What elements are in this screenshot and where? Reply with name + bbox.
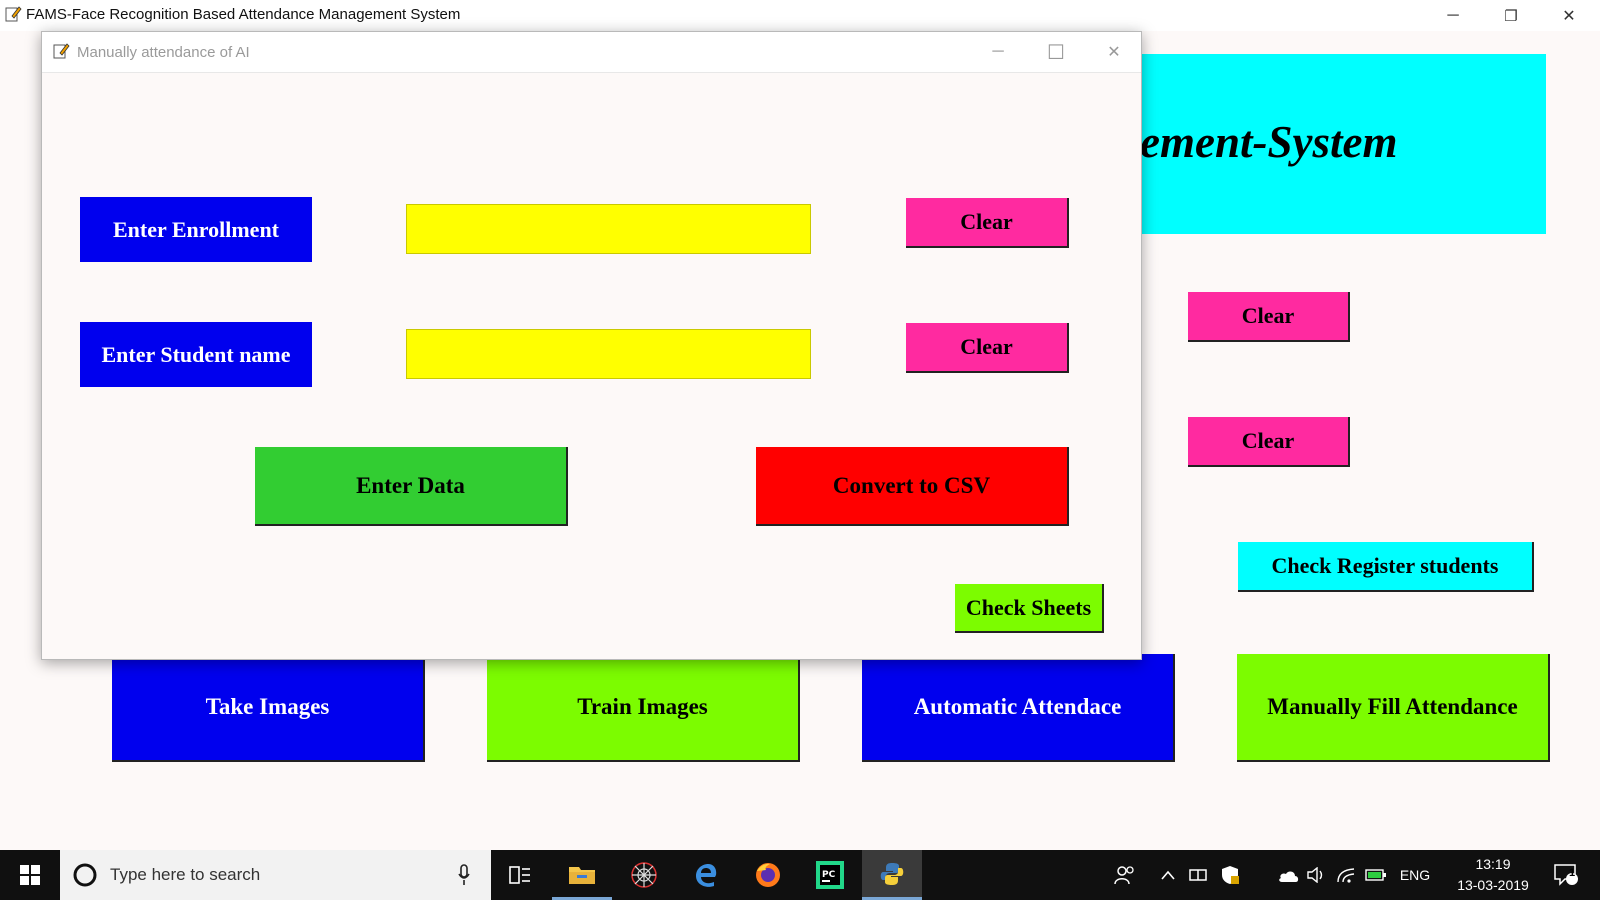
spider-app-icon[interactable] (614, 850, 674, 900)
dialog-notepad-icon (52, 42, 70, 65)
chevron-up-icon[interactable] (1155, 850, 1181, 900)
manual-attendance-dialog: Manually attendance of AI ─ ☐ ✕ Enter En… (41, 31, 1142, 660)
dialog-title-bar: Manually attendance of AI ─ ☐ ✕ (42, 32, 1141, 73)
main-window-title: FAMS-Face Recognition Based Attendance M… (26, 6, 461, 23)
wifi-icon[interactable] (1333, 850, 1359, 900)
main-title-bar: FAMS-Face Recognition Based Attendance M… (0, 0, 1600, 31)
convert-to-csv-button[interactable]: Convert to CSV (756, 447, 1069, 526)
system-header-text: ement-System (1140, 117, 1398, 167)
notification-center-icon[interactable]: 1 (1544, 850, 1588, 900)
dialog-maximize-button[interactable]: ☐ (1033, 32, 1079, 72)
check-sheets-button[interactable]: Check Sheets (955, 584, 1104, 633)
main-clear-button-1[interactable]: Clear (1188, 292, 1350, 342)
enter-data-button[interactable]: Enter Data (255, 447, 568, 526)
student-name-label: Enter Student name (80, 322, 312, 387)
dialog-close-button[interactable]: ✕ (1091, 32, 1137, 72)
microphone-icon[interactable] (457, 863, 471, 892)
taskbar: Type here to search PC ENG 13:19 13-03-2… (0, 850, 1600, 900)
main-minimize-button[interactable]: ─ (1430, 0, 1476, 31)
volume-icon[interactable] (1303, 850, 1329, 900)
language-indicator[interactable]: ENG (1392, 850, 1438, 900)
pycharm-icon[interactable]: PC (800, 850, 860, 900)
main-restore-button[interactable]: ❐ (1488, 0, 1534, 31)
clock[interactable]: 13:19 13-03-2019 (1448, 850, 1538, 900)
display-icon[interactable] (1185, 850, 1211, 900)
security-shield-icon[interactable] (1215, 850, 1245, 900)
check-register-students-button[interactable]: Check Register students (1238, 542, 1534, 592)
dialog-minimize-button[interactable]: ─ (975, 32, 1021, 72)
main-close-button[interactable]: ✕ (1546, 0, 1592, 31)
system-header-banner: ement-System (1100, 54, 1546, 234)
train-images-button[interactable]: Train Images (487, 654, 800, 762)
student-name-input[interactable] (406, 329, 811, 379)
firefox-icon[interactable] (738, 850, 798, 900)
python-icon[interactable] (862, 850, 922, 900)
clear-student-name-button[interactable]: Clear (906, 323, 1069, 373)
clock-time: 13:19 (1475, 856, 1511, 872)
take-images-button[interactable]: Take Images (112, 654, 425, 762)
windows-start-icon[interactable] (0, 850, 60, 900)
app-notepad-icon (4, 5, 22, 28)
main-clear-button-2[interactable]: Clear (1188, 417, 1350, 467)
edge-browser-icon[interactable] (676, 850, 736, 900)
clear-enrollment-button[interactable]: Clear (906, 198, 1069, 248)
automatic-attendance-button[interactable]: Automatic Attendace (862, 654, 1175, 762)
enrollment-input[interactable] (406, 204, 811, 254)
file-explorer-icon[interactable] (552, 850, 612, 900)
clock-date: 13-03-2019 (1457, 877, 1529, 893)
svg-text:PC: PC (822, 870, 836, 880)
notification-count-badge: 1 (1569, 867, 1576, 879)
manually-fill-attendance-button[interactable]: Manually Fill Attendance (1237, 654, 1550, 762)
people-icon[interactable] (1110, 850, 1140, 900)
onedrive-cloud-icon[interactable] (1273, 850, 1303, 900)
dialog-title: Manually attendance of AI (77, 44, 250, 61)
taskbar-search-box[interactable]: Type here to search (60, 850, 491, 900)
task-view-icon[interactable] (490, 850, 550, 900)
search-placeholder: Type here to search (110, 865, 261, 884)
battery-icon[interactable] (1363, 850, 1389, 900)
enrollment-label: Enter Enrollment (80, 197, 312, 262)
cortana-circle-icon (72, 862, 98, 893)
